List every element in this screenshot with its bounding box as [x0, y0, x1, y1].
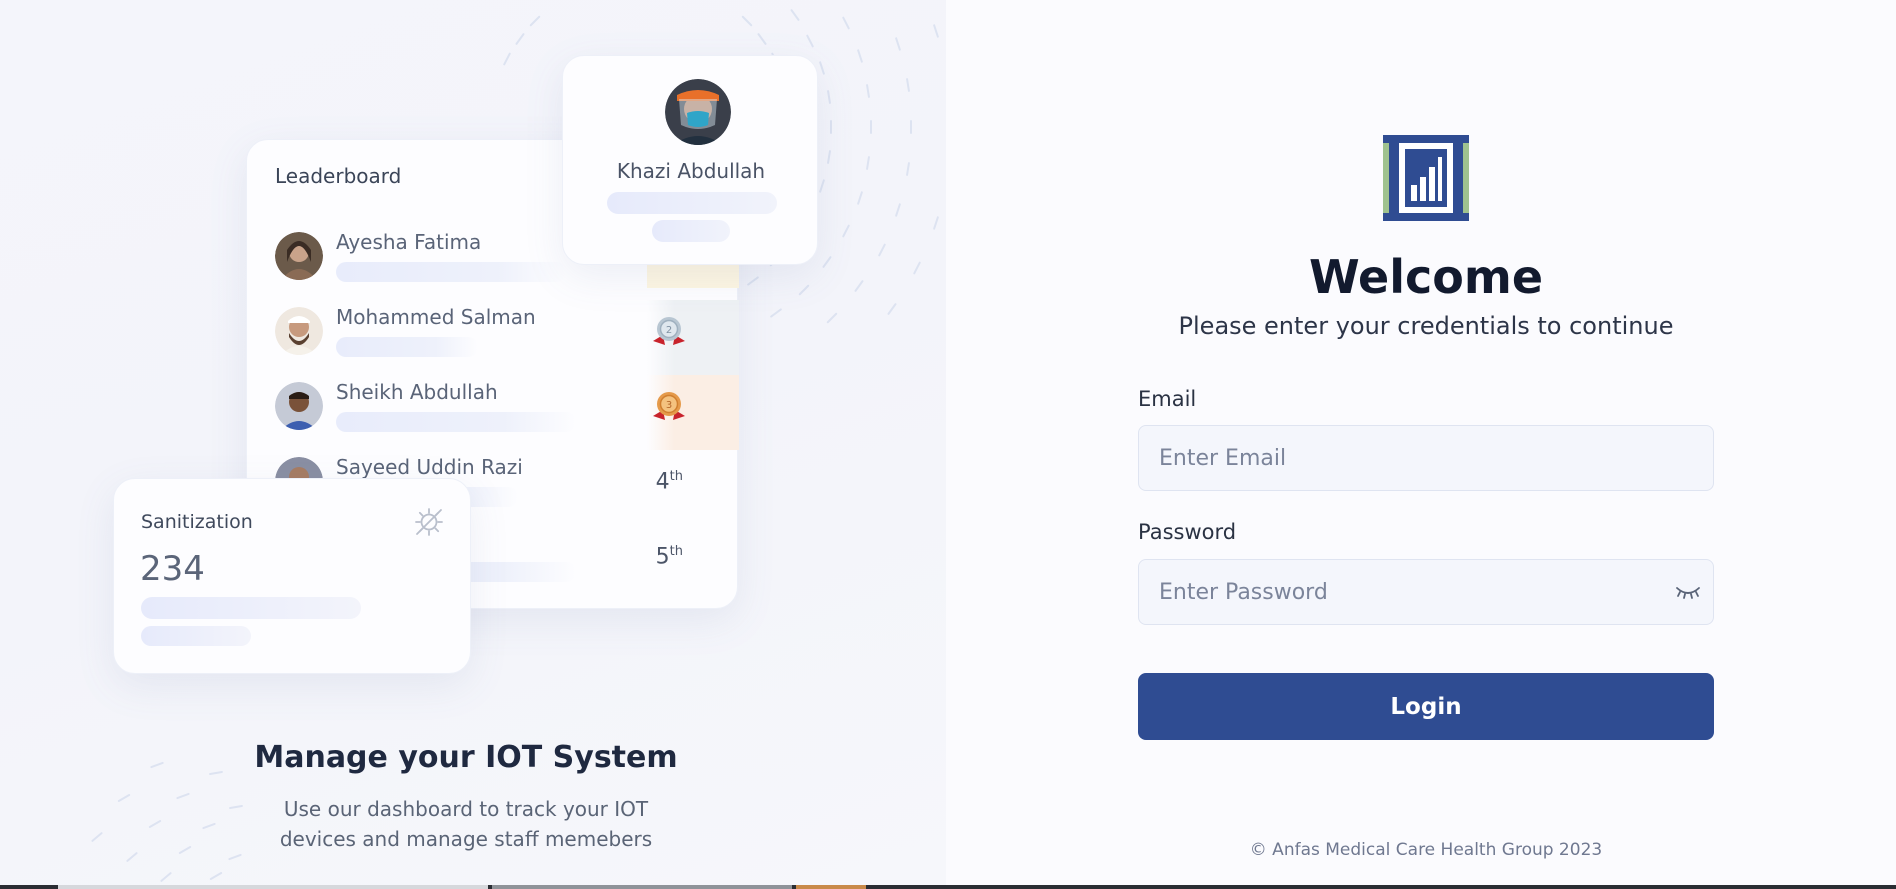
profile-card: Khazi Abdullah: [562, 55, 818, 265]
progress-bar: [336, 337, 478, 357]
stat-value: 234: [140, 549, 205, 589]
leaderboard-name: Ayesha Fatima: [336, 230, 482, 254]
decorative-dash: [866, 155, 871, 171]
decorative-dash: [818, 178, 825, 193]
decorative-dash: [160, 871, 173, 883]
decorative-dash: [932, 215, 939, 230]
rank-highlight: [647, 262, 739, 288]
welcome-subtitle: Please enter your credentials to continu…: [1178, 312, 1674, 340]
decorative-dash: [856, 48, 863, 63]
decorative-dash: [913, 261, 922, 275]
profile-name: Khazi Abdullah: [616, 159, 766, 183]
hero-title: Manage your IOT System: [254, 740, 678, 775]
decorative-dash: [227, 853, 242, 861]
decorative-dash: [905, 77, 910, 92]
decorative-dash: [841, 15, 850, 30]
decorative-dash: [822, 255, 832, 269]
decorative-dash: [894, 203, 901, 218]
password-label: Password: [1138, 520, 1237, 544]
decorative-dash: [209, 871, 223, 880]
welcome-heading: Welcome: [1308, 250, 1544, 304]
sanitization-card: Sanitization 234: [113, 478, 471, 674]
decorative-dash: [841, 224, 850, 239]
virus-slash-icon: [415, 508, 443, 536]
svg-text:2: 2: [666, 325, 672, 336]
login-button[interactable]: Login: [1138, 673, 1714, 740]
stat-title: Sanitization: [141, 511, 253, 533]
eye-closed-icon[interactable]: [1675, 584, 1701, 600]
decorative-dash: [905, 162, 910, 177]
decorative-dash: [818, 61, 825, 76]
decorative-dash: [789, 9, 800, 22]
decorative-dash: [529, 15, 541, 27]
password-field[interactable]: [1138, 559, 1714, 625]
decorative-dash: [856, 191, 863, 206]
decorative-dash: [894, 36, 901, 51]
hero-description: Use our dashboard to track your IOT devi…: [0, 794, 932, 854]
decorative-dash: [806, 34, 815, 48]
progress-bar: [336, 262, 566, 282]
leaderboard-name: Sayeed Uddin Razi: [336, 455, 523, 479]
decorative-dash: [797, 283, 810, 296]
placeholder-bar: [652, 220, 730, 242]
email-field[interactable]: [1138, 425, 1714, 491]
hero-description-line: Use our dashboard to track your IOT: [283, 797, 649, 821]
decorative-dash: [503, 52, 512, 66]
placeholder-bar: [141, 597, 361, 619]
avatar: [665, 79, 731, 145]
decorative-dash: [866, 83, 871, 99]
login-panel: Welcome Please enter your credentials to…: [946, 0, 1896, 889]
decorative-dash: [746, 275, 759, 286]
email-label: Email: [1138, 387, 1197, 411]
decorative-dash: [826, 90, 831, 105]
decorative-dash: [826, 312, 838, 324]
decorative-dash: [769, 308, 783, 318]
leaderboard-name: Mohammed Salman: [336, 305, 536, 329]
avatar: [275, 307, 323, 355]
progress-bar: [336, 412, 576, 432]
leaderboard-title: Leaderboard: [275, 164, 402, 188]
avatar: [275, 382, 323, 430]
decorative-dash: [886, 302, 897, 316]
decorative-dash: [757, 32, 768, 46]
leaderboard-row: Mohammed Salman 2: [275, 300, 739, 375]
hero-description-line: devices and manage staff memebers: [279, 827, 653, 851]
silver-medal-icon: 2: [653, 317, 685, 345]
decorative-dash: [854, 279, 865, 292]
iot-logo: [1383, 135, 1469, 221]
avatar: [275, 232, 323, 280]
decorative-dash: [932, 24, 939, 39]
placeholder-bar: [607, 192, 777, 214]
leaderboard-row: Sheikh Abdullah 3: [275, 375, 739, 450]
svg-text:3: 3: [666, 400, 672, 411]
taskbar-strip: [0, 885, 1896, 889]
leaderboard-name: Sheikh Abdullah: [336, 380, 498, 404]
decorative-dash: [826, 149, 831, 164]
decorative-dash: [830, 120, 832, 134]
decorative-dash: [910, 120, 912, 134]
rank-label: 4th: [655, 469, 683, 495]
decorative-dash: [741, 15, 753, 27]
decorative-dash: [514, 32, 525, 46]
decorative-dash: [870, 120, 872, 134]
decorative-dash: [877, 242, 886, 257]
bronze-medal-icon: 3: [653, 392, 685, 420]
copyright-text: © Anfas Medical Care Health Group 2023: [1249, 840, 1603, 860]
rank-label: 5th: [655, 544, 683, 570]
hero-panel: Leaderboard Ayesha Fatima Mohammed Salma…: [0, 0, 946, 889]
placeholder-bar: [141, 626, 251, 646]
